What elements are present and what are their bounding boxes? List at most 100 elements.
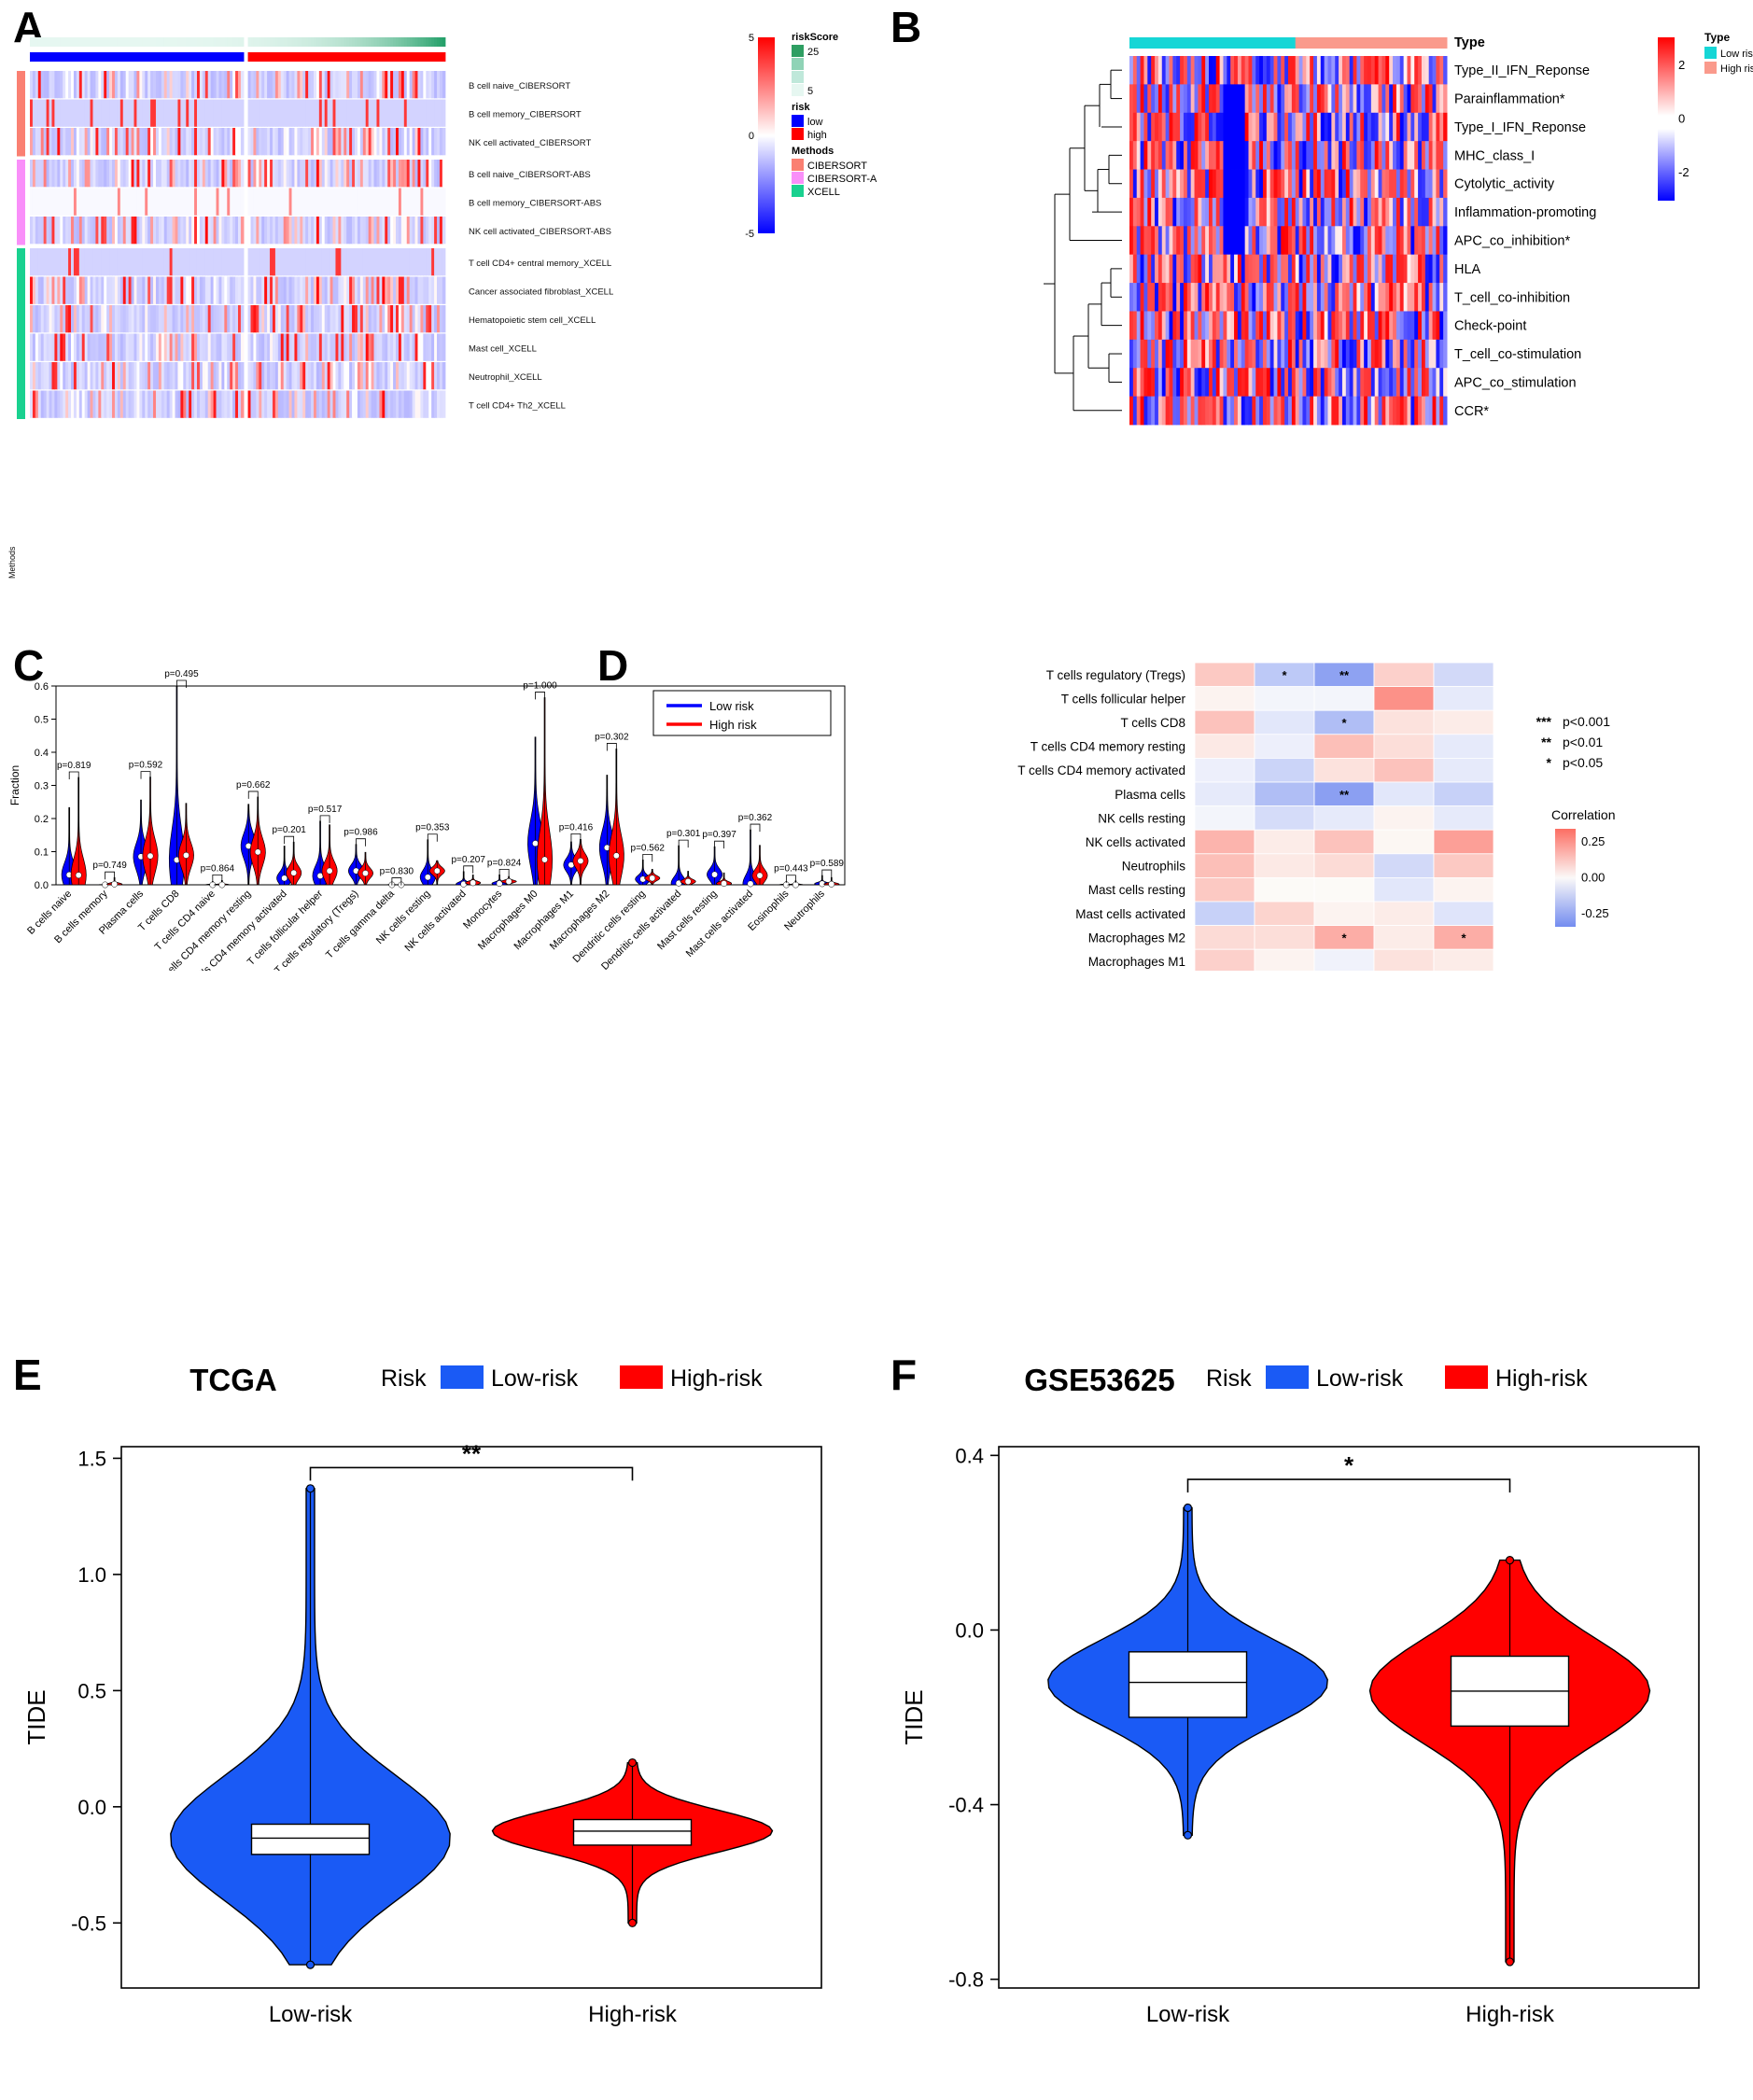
heatmap-cell [1237,141,1242,170]
heatmap-cell [1306,112,1311,142]
heatmap-cell [1259,112,1264,142]
heatmap-cell [1254,901,1315,927]
type-track-cell [1428,37,1434,49]
heatmap-cell [1194,226,1199,256]
heatmap-cell [1201,141,1206,170]
heatmap-cell [1324,169,1328,199]
heatmap-cell [1385,311,1390,341]
heatmap-cell [1252,396,1256,426]
heatmap-cell [1129,339,1134,369]
heatmap-cell [1230,56,1235,85]
heatmap-cell [1143,339,1148,369]
heatmap-cell [1172,84,1177,114]
heatmap-cell [1367,396,1372,426]
heatmap-cell [1353,112,1357,142]
heatmap-cell [1433,901,1494,927]
type-track-cell [1341,37,1347,49]
type-track-cell [1161,37,1167,49]
heatmap-cell [1418,311,1423,341]
heatmap-cell [1140,56,1144,85]
heatmap-cell [1399,368,1405,398]
heatmap-cell [1432,226,1437,256]
heatmap-cell [1209,84,1213,114]
heatmap-cell [1302,84,1307,114]
heatmap-cell [1393,311,1397,341]
heatmap-cell [1327,311,1332,341]
heatmap-cell [1316,169,1322,199]
heatmap-cell [1219,368,1224,398]
heatmap-cell [1219,141,1224,170]
heatmap-cell [1136,84,1142,114]
panel-d-row-label: Mast cells activated [1075,907,1185,921]
heatmap-cell [1381,56,1386,85]
heatmap-cell [1147,254,1152,284]
heatmap-cell [1389,84,1394,114]
heatmap-cell [1436,112,1440,142]
panel-d-row-label: T cells CD4 memory resting [1031,740,1185,754]
heatmap-cell [1395,339,1401,369]
heatmap-cell [1165,141,1170,170]
heatmap-cell [1201,226,1206,256]
heatmap-cell [1132,141,1138,170]
heatmap-cell [1244,396,1249,426]
heatmap-cell [1345,141,1351,170]
heatmap-cell [1364,283,1368,312]
heatmap-cell [1306,169,1311,199]
heatmap-cell [1424,141,1430,170]
heatmap-cell [1389,169,1394,199]
heatmap-cell [1223,339,1227,369]
heatmap-cell [1248,396,1253,426]
heatmap-cell [1295,368,1300,398]
heatmap-cell [1205,283,1210,312]
heatmap-cell [1140,112,1144,142]
heatmap-cell [1155,84,1159,114]
heatmap-cell [1381,283,1386,312]
type-track-cell [1399,37,1405,49]
heatmap-cell [1410,56,1415,85]
panel-c-violin-plot: 0.00.10.20.30.40.50.6Fraction p=0.819B ce… [8,669,846,971]
heatmap-cell [1151,197,1156,227]
heatmap-cell [1284,254,1289,284]
heatmap-cell [1443,283,1448,312]
heatmap-cell [1209,283,1213,312]
heatmap-cell [1262,311,1268,341]
heatmap-cell [1147,112,1152,142]
heatmap-cell [1180,84,1185,114]
heatmap-cell [1266,339,1271,369]
heatmap-cell [1129,311,1134,341]
heatmap-cell [1252,311,1256,341]
type-track-cell [1132,37,1138,49]
heatmap-cell [1320,56,1325,85]
heatmap-cell [1143,368,1148,398]
heatmap-cell [1378,339,1382,369]
panel-b-row-label: APC_co_stimulation [1454,375,1577,390]
heatmap-cell [1373,901,1435,927]
heatmap-cell [1302,226,1307,256]
heatmap-cell [1194,112,1199,142]
heatmap-cell [1399,197,1405,227]
heatmap-cell [1281,396,1285,426]
heatmap-cell [1367,84,1372,114]
heatmap-cell [1395,254,1401,284]
heatmap-cell [1180,197,1185,227]
heatmap-cell [1345,226,1351,256]
heatmap-cell [1339,112,1343,142]
heatmap-cell [1269,254,1275,284]
heatmap-cell [1273,84,1278,114]
heatmap-cell [1360,112,1365,142]
heatmap-cell [1295,226,1300,256]
panel-c-ytick-label: 0.5 [35,715,49,726]
type-track-cell [1324,37,1328,49]
heatmap-cell [1381,141,1386,170]
heatmap-cell [1316,339,1322,369]
type-track-cell [1180,37,1185,49]
heatmap-cell [1393,396,1397,426]
heatmap-cell [1443,169,1448,199]
heatmap-cell [1428,169,1434,199]
heatmap-cell [1234,254,1239,284]
heatmap-cell [1269,197,1275,227]
heatmap-cell [1155,56,1159,85]
panel-b: B Type Type_II_IFN_Reponse Parainflammatio… [877,0,1753,467]
heatmap-cell [1254,829,1315,855]
panel-e-title: TCGA [189,1363,277,1397]
